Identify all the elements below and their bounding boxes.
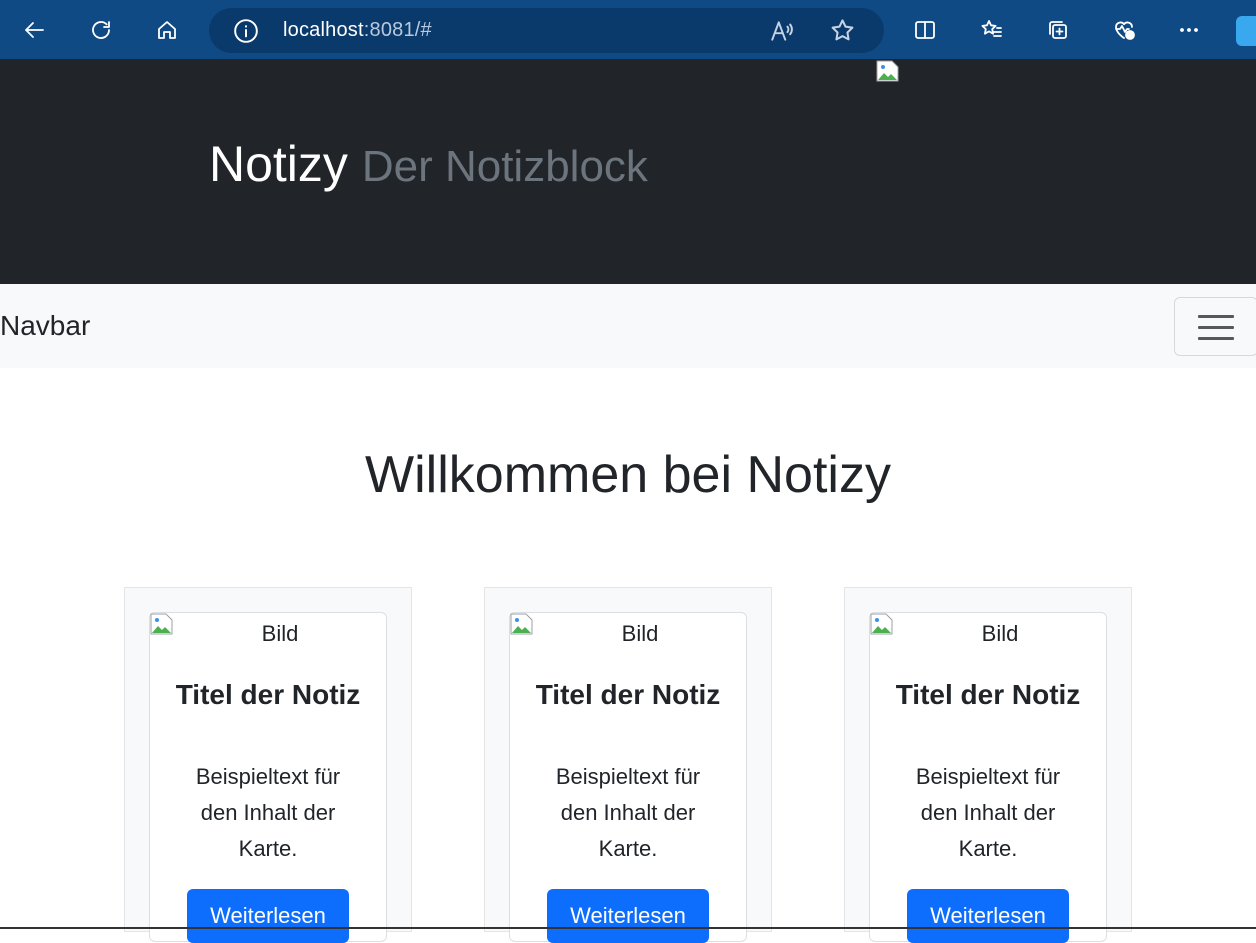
navbar-brand[interactable]: Navbar [0, 310, 90, 342]
welcome-heading: Willkommen bei Notizy [365, 446, 891, 504]
address-bar[interactable]: localhost:8081/# [209, 8, 884, 53]
url-text[interactable]: localhost:8081/# [283, 19, 432, 42]
split-screen-icon[interactable] [908, 13, 942, 47]
more-options-icon[interactable] [1172, 13, 1206, 47]
note-card: Bild Titel der Notiz Beispieltext für de… [509, 612, 747, 943]
card-image-alt: Bild [981, 621, 1019, 646]
read-more-button[interactable]: Weiterlesen [907, 889, 1069, 943]
card-image: Bild [150, 613, 386, 653]
hamburger-menu-icon [1198, 313, 1234, 341]
note-card: Bild Titel der Notiz Beispieltext für de… [869, 612, 1107, 943]
broken-image-icon [876, 60, 899, 82]
card-text: Beispieltext für den Inhalt der Karte. [555, 764, 701, 861]
note-card: Bild Titel der Notiz Beispieltext für de… [149, 612, 387, 943]
read-more-button[interactable]: Weiterlesen [547, 889, 709, 943]
back-icon[interactable] [18, 13, 52, 47]
read-aloud-icon[interactable] [769, 18, 795, 50]
browser-toolbar: localhost:8081/# [0, 0, 1256, 59]
card-image-alt: Bild [261, 621, 299, 646]
card-column: Bild Titel der Notiz Beispieltext für de… [124, 587, 412, 943]
card-title: Titel der Notiz [535, 679, 721, 710]
card-title: Titel der Notiz [895, 679, 1081, 710]
read-more-button[interactable]: Weiterlesen [187, 889, 349, 943]
card-text: Beispieltext für den Inhalt der Karte. [195, 764, 341, 861]
site-title-text: Notizy [209, 136, 348, 192]
refresh-icon[interactable] [84, 13, 118, 47]
home-icon[interactable] [150, 13, 184, 47]
favorite-star-icon[interactable] [829, 17, 856, 48]
card-text: Beispieltext für den Inhalt der Karte. [915, 764, 1061, 861]
site-subtitle: Der Notizblock [361, 142, 648, 191]
copilot-icon[interactable] [1236, 16, 1256, 46]
browser-essentials-icon[interactable] [1107, 13, 1141, 47]
card-column: Bild Titel der Notiz Beispieltext für de… [484, 587, 772, 943]
card-image: Bild [870, 613, 1106, 653]
info-icon[interactable] [233, 18, 259, 48]
site-title: Notizy Der Notizblock [209, 132, 648, 199]
navbar-toggler-button[interactable] [1174, 297, 1256, 356]
collections-icon[interactable] [1041, 13, 1075, 47]
favorites-icon[interactable] [975, 13, 1009, 47]
card-column: Bild Titel der Notiz Beispieltext für de… [844, 587, 1132, 943]
card-image-alt: Bild [621, 621, 659, 646]
card-image: Bild [510, 613, 746, 653]
navbar [0, 284, 1256, 368]
card-title: Titel der Notiz [175, 679, 361, 710]
